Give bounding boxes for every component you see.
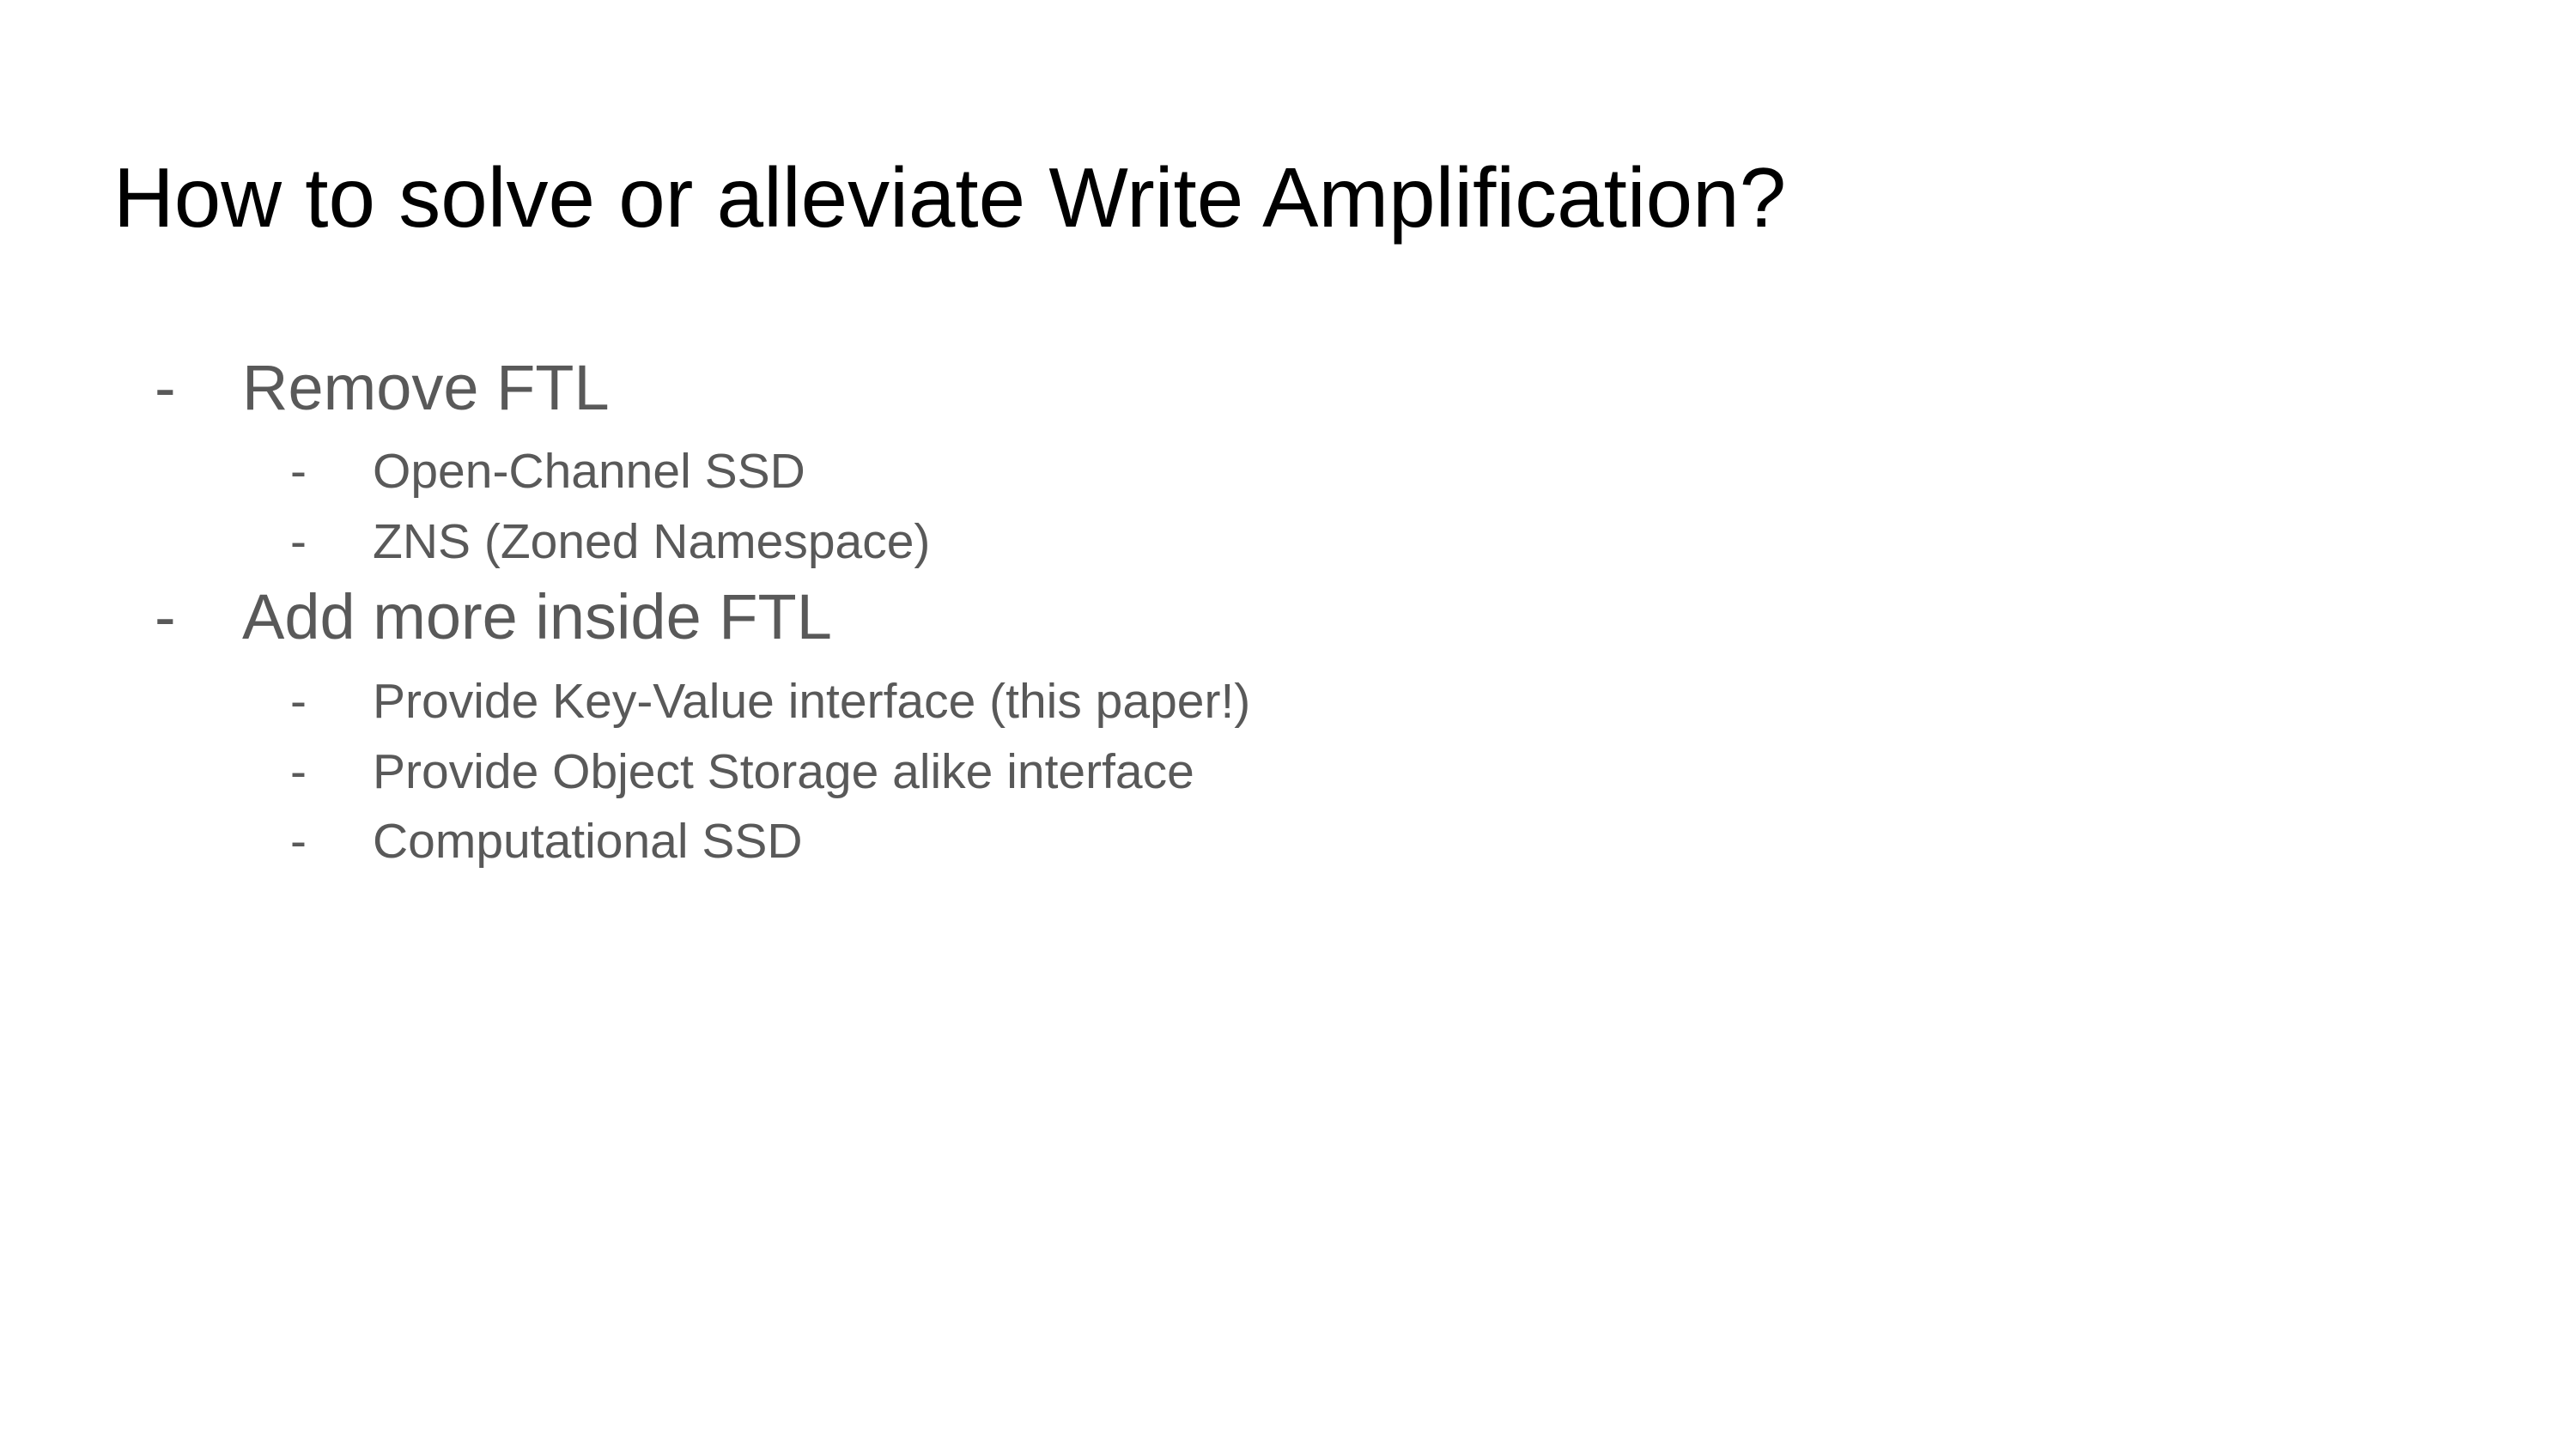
bullet-marker: - [290, 514, 307, 569]
bullet-text: Computational SSD [373, 814, 803, 869]
bullet-marker: - [290, 744, 307, 799]
bullet-text: Remove FTL [242, 352, 610, 423]
bullet-text: Open-Channel SSD [373, 444, 805, 499]
bullet-marker: - [155, 352, 176, 423]
bullet-marker: - [290, 814, 307, 869]
bullet-list: - Remove FTL - Open-Channel SSD - ZNS (Z… [0, 0, 2576, 1449]
bullet-marker: - [290, 674, 307, 729]
bullet-text: Provide Object Storage alike interface [373, 744, 1194, 799]
bullet-marker: - [155, 581, 176, 652]
bullet-marker: - [290, 444, 307, 499]
bullet-text: Provide Key-Value interface (this paper!… [373, 674, 1251, 729]
bullet-text: Add more inside FTL [242, 581, 832, 652]
bullet-text: ZNS (Zoned Namespace) [373, 514, 931, 569]
slide: How to solve or alleviate Write Amplific… [0, 0, 2576, 1449]
